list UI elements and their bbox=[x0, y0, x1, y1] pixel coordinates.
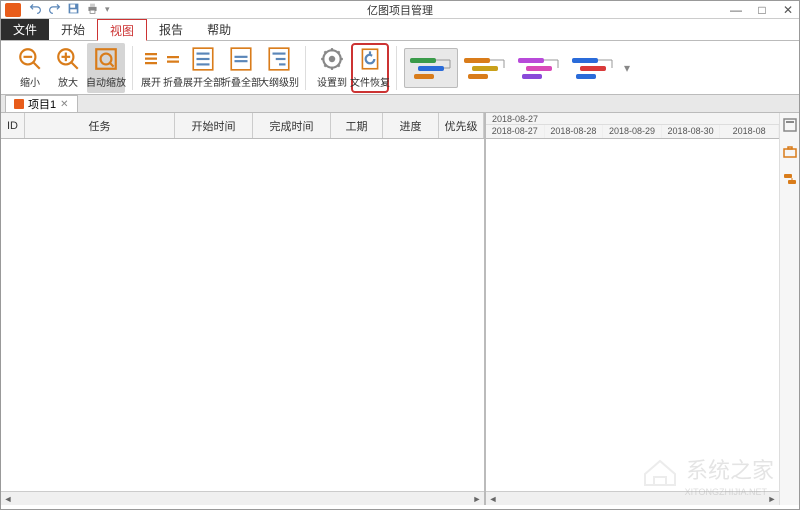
collapse-all-icon bbox=[228, 46, 254, 72]
gantt-style-3-icon bbox=[516, 55, 562, 81]
redo-icon[interactable] bbox=[48, 2, 61, 18]
expand-all-button[interactable]: 展开全部 bbox=[184, 43, 222, 93]
tab-file[interactable]: 文件 bbox=[1, 19, 49, 40]
collapse-icon bbox=[160, 46, 186, 72]
timeline-header: 2018-08-27 2018-08-27 2018-08-28 2018-08… bbox=[486, 113, 779, 139]
auto-zoom-label: 自动缩放 bbox=[86, 74, 126, 89]
auto-zoom-button[interactable]: 自动缩放 bbox=[87, 43, 125, 93]
expand-all-label: 展开全部 bbox=[183, 74, 223, 89]
col-id[interactable]: ID bbox=[1, 113, 25, 138]
scroll-left-icon[interactable]: ◄ bbox=[486, 493, 500, 505]
col-end[interactable]: 完成时间 bbox=[253, 113, 331, 138]
col-priority[interactable]: 优先级 bbox=[439, 113, 484, 138]
window-controls: — □ ✕ bbox=[729, 3, 795, 17]
settings-to-button[interactable]: 设置到 bbox=[313, 43, 351, 93]
save-icon[interactable] bbox=[67, 2, 80, 18]
zoom-out-icon bbox=[17, 46, 43, 72]
auto-zoom-icon bbox=[93, 46, 119, 72]
timeline-date: 2018-08 bbox=[720, 125, 779, 138]
main-area: ID 任务 开始时间 完成时间 工期 进度 优先级 ◄ ► 2018-08-27… bbox=[1, 113, 799, 505]
gantt-style-4-button[interactable] bbox=[566, 48, 620, 88]
gantt-style-1-button[interactable] bbox=[404, 48, 458, 88]
col-task[interactable]: 任务 bbox=[25, 113, 175, 138]
expand-label: 展开 bbox=[141, 74, 161, 89]
table-header: ID 任务 开始时间 完成时间 工期 进度 优先级 bbox=[1, 113, 484, 139]
timeline-date: 2018-08-30 bbox=[662, 125, 721, 138]
collapse-all-label: 折叠全部 bbox=[221, 74, 261, 89]
timeline-date: 2018-08-28 bbox=[545, 125, 604, 138]
gantt-style-2-icon bbox=[462, 55, 508, 81]
expand-button[interactable]: 展开 bbox=[140, 43, 162, 93]
tab-report[interactable]: 报告 bbox=[147, 19, 195, 40]
gantt-style-more-button[interactable]: ▾ bbox=[620, 61, 634, 75]
file-restore-icon bbox=[357, 46, 383, 72]
link-icon[interactable] bbox=[782, 171, 798, 190]
quick-access-toolbar: ▾ bbox=[25, 2, 110, 18]
layers-icon[interactable] bbox=[782, 117, 798, 136]
document-tab-1[interactable]: 项目1 ✕ bbox=[5, 95, 78, 112]
gantt-style-2-button[interactable] bbox=[458, 48, 512, 88]
qat-dropdown-icon[interactable]: ▾ bbox=[105, 4, 110, 15]
outline-level-icon bbox=[266, 46, 292, 72]
timeline-date: 2018-08-27 bbox=[486, 125, 545, 138]
expand-all-icon bbox=[190, 46, 216, 72]
menu-tabs: 文件 开始 视图 报告 帮助 bbox=[1, 19, 799, 41]
zoom-out-label: 缩小 bbox=[20, 74, 40, 89]
tab-view[interactable]: 视图 bbox=[97, 19, 147, 41]
document-tab-close[interactable]: ✕ bbox=[60, 99, 68, 110]
timeline-dates: 2018-08-27 2018-08-28 2018-08-29 2018-08… bbox=[486, 125, 779, 138]
document-tab-label: 项目1 bbox=[28, 96, 56, 112]
zoom-out-button[interactable]: 缩小 bbox=[11, 43, 49, 93]
outline-level-label: 大纲级别 bbox=[259, 74, 299, 89]
table-body[interactable] bbox=[1, 139, 484, 491]
col-start[interactable]: 开始时间 bbox=[175, 113, 253, 138]
left-scrollbar[interactable]: ◄ ► bbox=[1, 491, 484, 505]
settings-to-label: 设置到 bbox=[317, 74, 347, 89]
collapse-label: 折叠 bbox=[163, 74, 183, 89]
tab-start[interactable]: 开始 bbox=[49, 19, 97, 40]
zoom-in-icon bbox=[55, 46, 81, 72]
collapse-button[interactable]: 折叠 bbox=[162, 43, 184, 93]
ribbon: 缩小 放大 自动缩放 展开 折叠 展开全部 折叠全部 大纲级 bbox=[1, 41, 799, 95]
minimize-button[interactable]: — bbox=[729, 3, 743, 17]
col-duration[interactable]: 工期 bbox=[331, 113, 383, 138]
window-title: 亿图项目管理 bbox=[367, 2, 433, 18]
close-button[interactable]: ✕ bbox=[781, 3, 795, 17]
file-restore-button[interactable]: 文件恢复 bbox=[351, 43, 389, 93]
timeline-date: 2018-08-29 bbox=[603, 125, 662, 138]
scroll-right-icon[interactable]: ► bbox=[470, 493, 484, 505]
gantt-style-4-icon bbox=[570, 55, 616, 81]
scroll-right-icon[interactable]: ► bbox=[765, 493, 779, 505]
timeline-range: 2018-08-27 bbox=[486, 113, 779, 125]
task-table-pane: ID 任务 开始时间 完成时间 工期 进度 优先级 ◄ ► bbox=[1, 113, 486, 505]
collapse-all-button[interactable]: 折叠全部 bbox=[222, 43, 260, 93]
title-bar: ▾ 亿图项目管理 — □ ✕ bbox=[1, 1, 799, 19]
timeline-pane: 2018-08-27 2018-08-27 2018-08-28 2018-08… bbox=[486, 113, 779, 505]
side-toolbar bbox=[779, 113, 799, 505]
gantt-style-3-button[interactable] bbox=[512, 48, 566, 88]
gear-icon bbox=[319, 46, 345, 72]
gantt-style-1-icon bbox=[408, 55, 454, 81]
file-restore-label: 文件恢复 bbox=[350, 74, 390, 89]
outline-level-button[interactable]: 大纲级别 bbox=[260, 43, 298, 93]
timeline-body[interactable] bbox=[486, 139, 779, 491]
right-scrollbar[interactable]: ◄ ► bbox=[486, 491, 779, 505]
undo-icon[interactable] bbox=[29, 2, 42, 18]
maximize-button[interactable]: □ bbox=[755, 3, 769, 17]
briefcase-icon[interactable] bbox=[782, 144, 798, 163]
document-tabs: 项目1 ✕ bbox=[1, 95, 799, 113]
tab-help[interactable]: 帮助 bbox=[195, 19, 243, 40]
scroll-left-icon[interactable]: ◄ bbox=[1, 493, 15, 505]
document-icon bbox=[14, 99, 24, 109]
print-icon[interactable] bbox=[86, 2, 99, 18]
zoom-in-button[interactable]: 放大 bbox=[49, 43, 87, 93]
col-progress[interactable]: 进度 bbox=[383, 113, 439, 138]
zoom-in-label: 放大 bbox=[58, 74, 78, 89]
app-icon bbox=[5, 3, 21, 17]
